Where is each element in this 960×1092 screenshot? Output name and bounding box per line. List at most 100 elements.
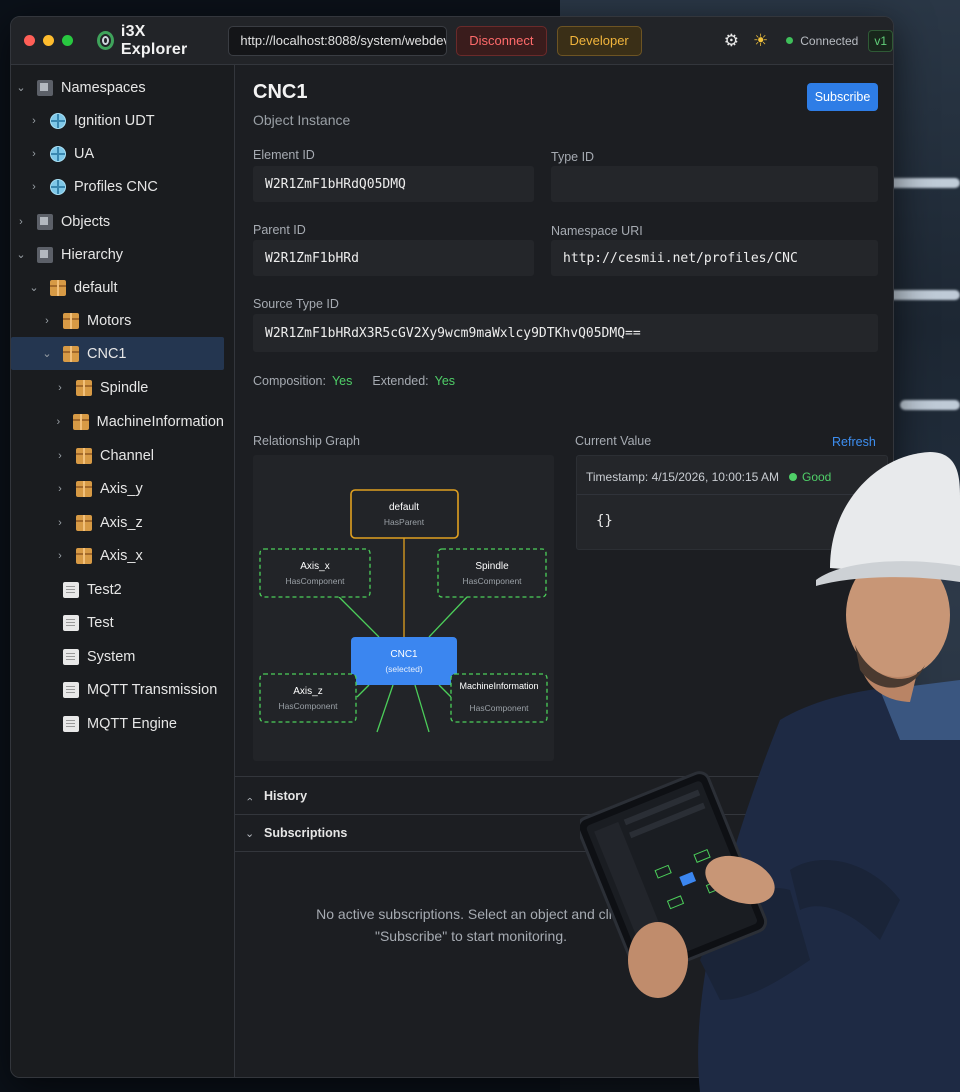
relationship-graph: default HasParent Axis_x HasComponent Sp… (253, 455, 554, 761)
namespace-uri-field[interactable]: http://cesmii.net/profiles/CNC (551, 240, 878, 276)
chevron-right-icon[interactable]: › (15, 216, 27, 228)
chevron-up-icon: › (244, 796, 256, 801)
sidebar-item-motors[interactable]: › Motors (11, 304, 224, 337)
sidebar-item-label: System (87, 648, 136, 665)
sidebar-item-label: Spindle (100, 379, 149, 396)
disconnect-button[interactable]: Disconnect (456, 25, 547, 56)
sidebar-item-profiles-cnc[interactable]: › Profiles CNC (11, 170, 224, 203)
developer-button[interactable]: Developer (556, 25, 642, 56)
graph-node-component[interactable]: Spindle HasComponent (437, 548, 547, 598)
graph-node-component[interactable]: MachineInformation HasComponent (450, 673, 548, 723)
edge-has-component (428, 596, 468, 638)
svg-text:HasParent: HasParent (384, 517, 425, 527)
sidebar-item-hierarchy[interactable]: ⌄ Hierarchy (11, 238, 224, 271)
source-type-id-field[interactable]: W2R1ZmF1bHRdX3R5cGV2Xy9wcm9maWxlcy9DTKhv… (253, 314, 878, 352)
connection-status: Connected (786, 34, 858, 48)
sidebar-item-test[interactable]: Test (11, 606, 224, 639)
graph-node-component[interactable]: Axis_z HasComponent (259, 673, 357, 723)
sidebar-item-label: MachineInformation (96, 413, 224, 430)
chevron-right-icon[interactable]: › (54, 450, 66, 462)
sidebar-tree: ⌄ Namespaces › Ignition UDT › UA › Profiles CNC… (11, 65, 235, 1077)
object-flags: Composition: Yes Extended: Yes (253, 374, 469, 388)
chevron-right-icon[interactable]: › (54, 483, 66, 495)
sidebar-item-label: Channel (100, 447, 155, 464)
box-icon (76, 480, 92, 497)
sidebar-item-spindle[interactable]: › Spindle (11, 371, 224, 404)
chevron-right-icon[interactable]: › (54, 550, 66, 562)
edge-has-component (338, 596, 380, 638)
server-url-input[interactable]: http://localhost:8088/system/webdev/i3x (228, 25, 448, 56)
chevron-right-icon[interactable]: › (28, 181, 40, 193)
sidebar-item-label: Profiles CNC (74, 178, 158, 195)
svg-text:(selected): (selected) (385, 664, 422, 674)
sidebar-item-axis-z[interactable]: › Axis_z (11, 506, 224, 539)
box-icon (50, 279, 66, 296)
document-icon (63, 715, 79, 732)
graph-node-parent[interactable]: default HasParent (350, 489, 459, 539)
chevron-right-icon[interactable]: › (54, 517, 66, 529)
sidebar-item-test2[interactable]: Test2 (11, 573, 224, 606)
sidebar-item-label: default (74, 279, 118, 296)
sidebar-item-default[interactable]: ⌄ default (11, 271, 224, 304)
sidebar-item-system[interactable]: System (11, 640, 224, 673)
svg-text:Spindle: Spindle (475, 561, 509, 572)
sidebar-item-axis-x[interactable]: › Axis_x (11, 539, 224, 572)
sidebar-item-machineinformation[interactable]: › MachineInformation (11, 405, 224, 438)
worker-photo (580, 452, 960, 1092)
composition-label: Composition: (253, 374, 326, 388)
version-badge: v1 (868, 29, 893, 52)
document-icon (63, 681, 79, 698)
chevron-right-icon[interactable]: › (28, 148, 40, 160)
subscriptions-label: Subscriptions (264, 826, 348, 840)
sidebar-item-mqtt-engine[interactable]: MQTT Engine (11, 707, 224, 740)
minimize-window-button[interactable] (43, 35, 54, 46)
sidebar-item-label: Ignition UDT (74, 112, 155, 129)
maximize-window-button[interactable] (62, 35, 73, 46)
element-id-label: Element ID (253, 148, 315, 162)
box-icon (76, 447, 92, 464)
edge-has-component (376, 684, 394, 733)
sun-icon[interactable]: ☀ (753, 31, 768, 51)
chevron-down-icon[interactable]: ⌄ (15, 248, 27, 261)
sidebar-item-channel[interactable]: › Channel (11, 439, 224, 472)
sidebar-item-mqtt-transmission[interactable]: MQTT Transmission (11, 673, 224, 706)
document-icon (63, 648, 79, 665)
page-subtitle: Object Instance (253, 112, 351, 128)
sidebar-item-label: UA (74, 145, 95, 162)
gear-icon[interactable]: ⚙ (724, 31, 739, 51)
window-controls (24, 35, 73, 46)
chevron-right-icon[interactable]: › (41, 315, 53, 327)
type-id-field[interactable] (551, 166, 878, 202)
box-icon (72, 413, 89, 430)
element-id-field[interactable]: W2R1ZmF1bHRdQ05DMQ (253, 166, 534, 202)
chevron-down-icon[interactable]: ⌄ (15, 81, 27, 94)
extended-value: Yes (434, 374, 456, 388)
sidebar-item-axis-y[interactable]: › Axis_y (11, 472, 224, 505)
chevron-right-icon[interactable]: › (54, 416, 63, 428)
sidebar-item-cnc1[interactable]: ⌄ CNC1 (11, 337, 224, 370)
sidebar-item-label: Test2 (87, 581, 122, 598)
box-icon (76, 379, 92, 396)
chevron-right-icon[interactable]: › (54, 382, 66, 394)
box-icon (63, 345, 79, 362)
sidebar-item-label: Hierarchy (61, 246, 124, 263)
sidebar-item-ua[interactable]: › UA (11, 137, 224, 170)
sidebar-item-namespaces[interactable]: ⌄ Namespaces (11, 71, 224, 104)
chevron-right-icon[interactable]: › (28, 115, 40, 127)
history-label: History (264, 788, 308, 803)
chevron-down-icon[interactable]: ⌄ (41, 347, 53, 360)
app-title: i3X Explorer (120, 22, 188, 58)
sidebar-item-ignition-udt[interactable]: › Ignition UDT (11, 104, 224, 137)
sidebar-item-label: Axis_y (100, 480, 143, 497)
subscribe-button[interactable]: Subscribe (807, 83, 878, 111)
source-type-id-label: Source Type ID (253, 297, 339, 311)
graph-node-component[interactable]: Axis_x HasComponent (259, 548, 371, 598)
parent-id-label: Parent ID (253, 223, 306, 237)
close-window-button[interactable] (24, 35, 35, 46)
edge-has-component (438, 684, 452, 698)
sidebar-item-objects[interactable]: › Objects (11, 205, 224, 238)
sidebar-item-label: MQTT Engine (87, 715, 177, 732)
chevron-down-icon[interactable]: ⌄ (28, 281, 40, 294)
parent-id-field[interactable]: W2R1ZmF1bHRd (253, 240, 534, 276)
graph-node-selected[interactable]: CNC1 (selected) (351, 637, 457, 685)
